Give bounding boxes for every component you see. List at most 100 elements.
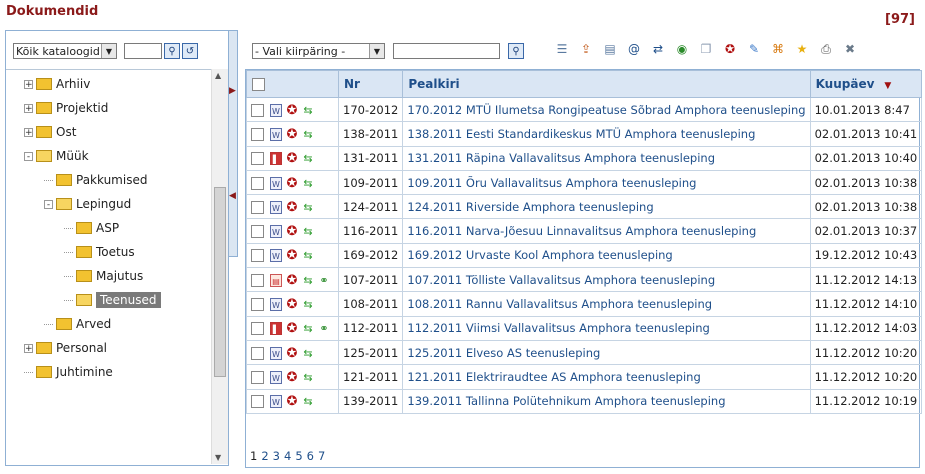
award-icon[interactable]: ✪ [286, 371, 298, 384]
award-icon[interactable]: ✪ [286, 152, 298, 165]
document-title-link[interactable]: 138.2011 Eesti Standardikeskus MTÜ Ampho… [407, 127, 755, 141]
web-icon[interactable]: ◉ [673, 40, 691, 58]
relation-tree-icon[interactable]: ⚭ [318, 274, 330, 287]
collapse-icon[interactable]: - [24, 151, 33, 161]
table-row[interactable]: W ✪ ⇆ 124-2011 124.2011 Riverside Amphora te… [246, 194, 923, 220]
quick-query-select[interactable]: - Vali kiirpäring - ▼ [252, 43, 385, 59]
table-row[interactable]: W ✪ ⇆ 121-2011 121.2011 Elektriraudtee AS Am… [246, 364, 923, 390]
copy-icon[interactable]: ❐ [697, 40, 715, 58]
tree-node[interactable]: Majutus [64, 266, 143, 286]
table-row[interactable]: W ✪ ⇆ 108-2011 108.2011 Rannu Vallavalitsus … [246, 291, 923, 317]
pdf-document-icon[interactable]: ▌ [270, 152, 282, 166]
expand-icon[interactable]: + [24, 127, 33, 137]
linked-documents-icon[interactable]: ⇆ [302, 322, 314, 335]
search-button[interactable]: ⚲ [164, 43, 180, 59]
linked-documents-icon[interactable]: ⇆ [302, 201, 314, 214]
linked-documents-icon[interactable]: ⇆ [302, 249, 314, 262]
award-icon[interactable]: ✪ [286, 104, 298, 117]
row-checkbox[interactable] [251, 273, 264, 287]
expand-right-icon[interactable]: ▶ [229, 86, 236, 96]
table-row[interactable]: ▌ ✪ ⇆ 131-2011 131.2011 Räpina Vallavalitsus… [246, 145, 923, 171]
document-title-link[interactable]: 116.2011 Narva-Jõesuu Linnavalitsus Amph… [407, 224, 756, 238]
relation-tree-icon[interactable]: ⚭ [318, 322, 330, 335]
tree-node[interactable]: Pakkumised [44, 170, 147, 190]
column-kuupaev[interactable]: Kuupäev ▼ [809, 70, 923, 98]
award-icon[interactable]: ✪ [286, 322, 298, 335]
award-icon[interactable]: ✪ [286, 225, 298, 238]
award-icon[interactable]: ✪ [286, 274, 298, 287]
table-row[interactable]: W ✪ ⇆ 125-2011 125.2011 Elveso AS teenuslepi… [246, 339, 923, 366]
panel-splitter[interactable]: ▶ ◀ [228, 30, 238, 257]
table-row[interactable]: W ✪ ⇆ 138-2011 138.2011 Eesti Standardikesku… [246, 121, 923, 147]
tree-node[interactable]: - Müük [24, 146, 89, 166]
tree-node[interactable]: ASP [64, 218, 119, 238]
linked-documents-icon[interactable]: ⇆ [302, 395, 314, 408]
sign-icon[interactable]: ✎ [745, 40, 763, 58]
linked-documents-icon[interactable]: ⇆ [302, 177, 314, 190]
expand-icon[interactable]: + [24, 79, 33, 89]
linked-documents-icon[interactable]: ⇆ [302, 298, 314, 311]
word-document-icon[interactable]: W [270, 103, 282, 117]
reset-button[interactable]: ↺ [182, 43, 198, 59]
word-document-icon[interactable]: W [270, 176, 282, 190]
tree-scrollbar[interactable]: ▲ ▼ [211, 69, 228, 464]
linked-documents-icon[interactable]: ⇆ [302, 225, 314, 238]
row-checkbox[interactable] [251, 200, 264, 214]
star-icon[interactable]: ★ [793, 40, 811, 58]
table-row[interactable]: W ✪ ⇆ 170-2012 170.2012 MTÜ Ilumetsa Rongipe… [246, 96, 923, 123]
collapse-icon[interactable]: - [44, 199, 53, 209]
pdf-document-icon[interactable]: ▌ [270, 322, 282, 336]
document-title-link[interactable]: 112.2011 Viimsi Vallavalitsus Amphora te… [407, 321, 709, 335]
word-document-icon[interactable]: W [270, 200, 282, 214]
linked-documents-icon[interactable]: ⇆ [302, 128, 314, 141]
row-checkbox[interactable] [251, 322, 264, 336]
document-title-link[interactable]: 124.2011 Riverside Amphora teenusleping [407, 200, 653, 214]
word-document-icon[interactable]: W [270, 395, 282, 409]
document-title-link[interactable]: 107.2011 Tölliste Vallavalitsus Amphora … [407, 273, 715, 287]
catalog-search-input[interactable] [124, 43, 162, 59]
document-title-link[interactable]: 121.2011 Elektriraudtee AS Amphora teenu… [407, 370, 700, 384]
award-icon[interactable]: ✪ [286, 347, 298, 360]
xml-icon[interactable]: ⌘ [769, 40, 787, 58]
document-title-link[interactable]: 108.2011 Rannu Vallavalitsus Amphora tee… [407, 297, 712, 311]
table-row[interactable]: W ✪ ⇆ 116-2011 116.2011 Narva-Jõesuu Linnava… [246, 218, 923, 244]
award-icon[interactable]: ✪ [286, 249, 298, 262]
page-link[interactable]: 7 [318, 449, 325, 463]
row-checkbox[interactable] [251, 152, 264, 166]
scroll-down-icon[interactable]: ▼ [215, 453, 221, 462]
row-checkbox[interactable] [251, 176, 264, 190]
expand-icon[interactable]: + [24, 103, 33, 113]
word-document-icon[interactable]: W [270, 127, 282, 141]
tree-node[interactable]: Juhtimine [24, 362, 113, 382]
select-all-checkbox[interactable] [252, 78, 265, 91]
word-document-icon[interactable]: W [270, 225, 282, 239]
row-checkbox[interactable] [251, 395, 264, 409]
page-link[interactable]: 3 [273, 449, 280, 463]
page-link[interactable]: 6 [307, 449, 314, 463]
tree-node[interactable]: - Lepingud [44, 194, 131, 214]
transfer-icon[interactable]: ⇄ [649, 40, 667, 58]
document-title-link[interactable]: 139.2011 Tallinna Polütehnikum Amphora t… [407, 394, 725, 408]
row-checkbox[interactable] [251, 298, 264, 312]
document-title-link[interactable]: 125.2011 Elveso AS teenusleping [407, 346, 600, 360]
award-icon[interactable]: ✪ [286, 298, 298, 311]
table-row[interactable]: ▌ ✪ ⇆ ⚭ 112-2011 112.2011 Viimsi Vallavalitsu… [246, 315, 923, 341]
word-document-icon[interactable]: W [270, 346, 282, 360]
column-nr[interactable]: Nr [337, 70, 404, 98]
award-icon[interactable]: ✪ [721, 40, 739, 58]
table-row[interactable]: W ✪ ⇆ 169-2012 169.2012 Urvaste Kool Amphora… [246, 242, 923, 269]
table-row[interactable]: W ✪ ⇆ 109-2011 109.2011 Õru Vallavalitsus Am… [246, 169, 923, 196]
pdf-document-icon[interactable]: ▤ [270, 273, 282, 287]
email-icon[interactable]: @ [625, 40, 643, 58]
print-icon[interactable]: ⎙ [817, 40, 835, 58]
table-row[interactable]: ▤ ✪ ⇆ ⚭ 107-2011 107.2011 Tölliste Vallavalit… [246, 267, 923, 293]
linked-documents-icon[interactable]: ⇆ [302, 152, 314, 165]
archive-icon[interactable]: ▤ [601, 40, 619, 58]
tree-node[interactable]: Toetus [64, 242, 135, 262]
award-icon[interactable]: ✪ [286, 201, 298, 214]
page-link[interactable]: 5 [295, 449, 302, 463]
linked-documents-icon[interactable]: ⇆ [302, 104, 314, 117]
award-icon[interactable]: ✪ [286, 177, 298, 190]
page-link[interactable]: 2 [261, 449, 268, 463]
tree-node[interactable]: + Arhiiv [24, 74, 90, 94]
